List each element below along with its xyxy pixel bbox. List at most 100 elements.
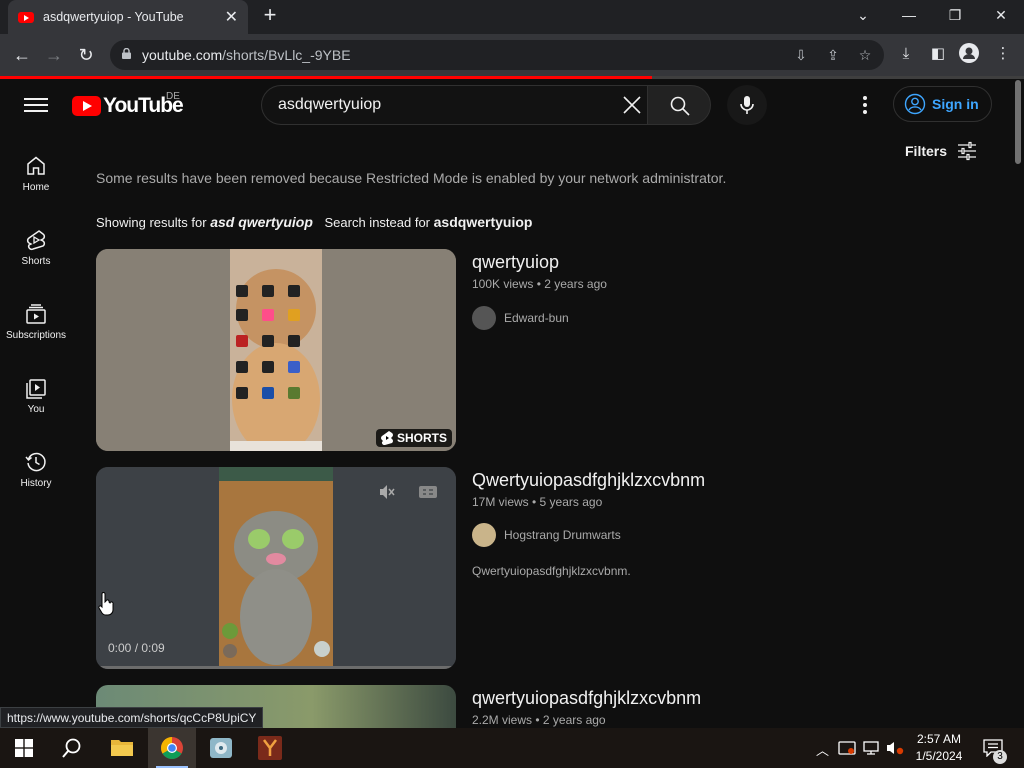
channel-link[interactable]: Edward-bun (472, 306, 569, 330)
sign-in-label: Sign in (932, 96, 979, 112)
original-query-link[interactable]: asdqwertyuiop (434, 214, 533, 230)
sidebar-item-subscriptions[interactable]: Subscriptions (0, 302, 72, 376)
video-thumbnail[interactable]: 0:00 / 0:09 (96, 467, 456, 669)
restricted-mode-notice: Some results have been removed because R… (96, 170, 727, 186)
subscriptions-icon (26, 304, 46, 324)
corrected-query-link[interactable]: asd qwertyuiop (210, 214, 313, 230)
video-metadata: 17M views • 5 years ago (472, 495, 603, 509)
shorts-badge: SHORTS (375, 429, 452, 447)
hand-cursor-icon (98, 592, 114, 616)
sign-in-button[interactable]: Sign in (893, 86, 992, 122)
downloads-icon[interactable]: ⤓ (895, 43, 917, 65)
guide-menu-button[interactable] (24, 94, 48, 116)
browser-tab[interactable]: asdqwertyuiop - YouTube ✕ (8, 0, 248, 34)
tab-search-icon[interactable]: ⌄ (840, 0, 886, 30)
sidebar-label: Home (22, 182, 50, 193)
share-icon[interactable]: ⇪ (824, 46, 842, 64)
address-bar[interactable]: youtube.com/shorts/BvLlc_-9YBE ⇩ ⇪ ☆ (110, 40, 884, 70)
scrollbar-thumb[interactable] (1015, 80, 1021, 164)
video-metadata: 2.2M views • 2 years ago (472, 713, 606, 727)
showing-results-label: Showing results for (96, 215, 207, 230)
spelling-correction: Showing results for asd qwertyuiop Searc… (96, 214, 532, 230)
tab-title: asdqwertyuiop - YouTube (43, 10, 184, 24)
sidebar-label: You (27, 404, 45, 415)
video-thumbnail[interactable]: SHORTS (96, 249, 456, 451)
windows-start-icon[interactable] (15, 739, 33, 757)
bookmark-star-icon[interactable]: ☆ (856, 46, 874, 64)
page-load-progress (0, 76, 652, 79)
sidebar-item-history[interactable]: History (0, 450, 72, 524)
voice-search-button[interactable] (727, 85, 767, 125)
volume-muted-icon[interactable] (886, 740, 904, 756)
settings-menu-button[interactable] (856, 94, 874, 116)
filters-button[interactable]: Filters (905, 141, 977, 161)
browser-tab-bar: asdqwertyuiop - YouTube ✕ + ⌄ — ❐ ✕ (0, 0, 1024, 34)
browser-toolbar: ← → ↻ youtube.com/shorts/BvLlc_-9YBE ⇩ ⇪… (0, 34, 1024, 76)
game-app-icon (258, 736, 282, 760)
video-progress-bar[interactable] (96, 666, 456, 669)
folder-icon (111, 740, 133, 756)
channel-avatar[interactable] (472, 523, 496, 547)
taskbar-app-disk[interactable] (197, 728, 245, 768)
channel-link[interactable]: Hogstrang Drumwarts (472, 523, 621, 547)
home-icon (27, 156, 45, 175)
youtube-favicon-icon (18, 11, 34, 23)
captions-icon[interactable] (418, 485, 438, 499)
network-icon[interactable] (862, 740, 880, 756)
reload-button[interactable]: ↻ (73, 42, 99, 68)
system-clock[interactable]: 2:57 AM 1/5/2024 (906, 731, 972, 765)
lock-icon[interactable] (122, 48, 131, 59)
close-tab-icon[interactable]: ✕ (225, 7, 238, 27)
search-icon (670, 96, 690, 116)
sidebar-item-you[interactable]: You (0, 376, 72, 450)
side-panel-icon[interactable]: ◧ (927, 43, 949, 65)
muted-icon[interactable] (378, 483, 396, 501)
close-window-button[interactable]: ✕ (978, 0, 1024, 30)
video-description: Qwertyuiopasdfghjklzxcvbnm. (472, 564, 631, 578)
shorts-logo-icon (380, 431, 393, 445)
restore-button[interactable]: ❐ (932, 0, 978, 30)
profile-icon[interactable] (958, 43, 980, 65)
shorts-thumbnail-image (96, 249, 456, 451)
forward-button[interactable]: → (41, 42, 67, 68)
search-value: asdqwertyuiop (278, 96, 382, 113)
clear-search-icon[interactable] (620, 93, 644, 117)
sidebar-item-home[interactable]: Home (0, 154, 72, 228)
shorts-badge-label: SHORTS (396, 431, 447, 445)
search-button[interactable] (647, 85, 711, 125)
video-title[interactable]: qwertyuiop (472, 252, 559, 273)
video-title[interactable]: Qwertyuiopasdfghjklzxcvbnm (472, 470, 705, 491)
browser-menu-icon[interactable]: ⋮ (992, 43, 1014, 65)
install-app-icon[interactable]: ⇩ (792, 46, 810, 64)
link-status-bubble: https://www.youtube.com/shorts/qcCcP8Upi… (0, 707, 264, 728)
filters-label: Filters (905, 143, 948, 159)
sidebar-item-shorts[interactable]: Shorts (0, 228, 72, 302)
taskbar-search-icon[interactable] (61, 737, 83, 759)
video-title[interactable]: qwertyuiopasdfghjklzxcvbnm (472, 688, 701, 709)
taskbar-chrome[interactable] (148, 728, 196, 768)
windows-taskbar: ︿ 2:57 AM 1/5/2024 3 (0, 728, 1024, 768)
channel-name[interactable]: Edward-bun (504, 311, 569, 325)
clock-time: 2:57 AM (916, 732, 962, 746)
back-button[interactable]: ← (9, 42, 35, 68)
channel-avatar[interactable] (472, 306, 496, 330)
you-icon (26, 379, 46, 399)
disk-utility-icon (210, 738, 232, 758)
url-text: youtube.com/shorts/BvLlc_-9YBE (142, 47, 351, 63)
search-input[interactable]: asdqwertyuiop (261, 85, 648, 125)
account-icon (904, 93, 926, 115)
video-metadata: 100K views • 2 years ago (472, 277, 607, 291)
notification-count-badge: 3 (993, 750, 1007, 764)
clock-date: 1/5/2024 (915, 749, 963, 763)
channel-name[interactable]: Hogstrang Drumwarts (504, 528, 621, 542)
shorts-icon (26, 230, 46, 251)
security-icon[interactable] (838, 740, 856, 756)
page-scrollbar[interactable] (1012, 80, 1024, 728)
sidebar-label: History (20, 478, 52, 489)
minimize-button[interactable]: — (886, 0, 932, 30)
sidebar-label: Subscriptions (5, 330, 67, 341)
taskbar-app-game[interactable] (246, 728, 294, 768)
taskbar-file-explorer[interactable] (98, 728, 146, 768)
show-hidden-icons-icon[interactable]: ︿ (816, 740, 829, 759)
new-tab-button[interactable]: + (258, 4, 282, 28)
